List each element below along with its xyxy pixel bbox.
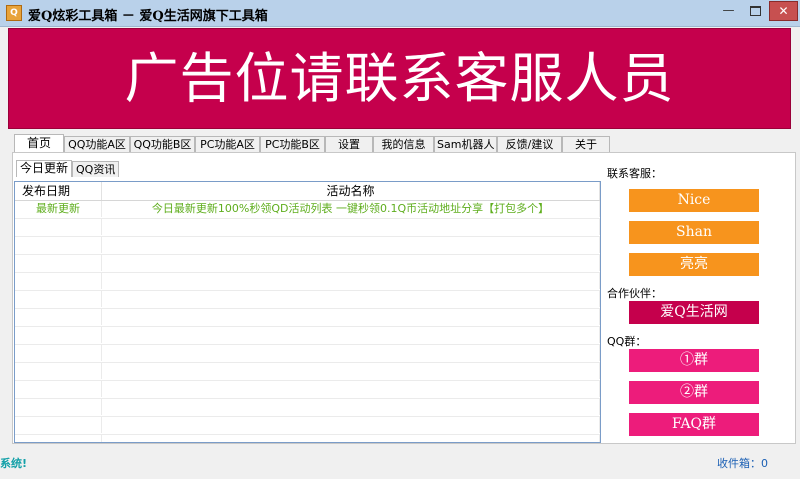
empty-cell bbox=[15, 219, 102, 235]
activity-list[interactable]: 发布日期 活动名称 最新更新 今日最新更新100%秒领QD活动列表 一键秒领0.… bbox=[14, 181, 601, 443]
status-message: 系统! bbox=[0, 457, 28, 470]
empty-cell bbox=[15, 291, 102, 307]
subtab-qq-news[interactable]: QQ资讯 bbox=[72, 161, 120, 177]
tab-qq-b[interactable]: QQ功能B区 bbox=[130, 136, 195, 153]
tab-feedback[interactable]: 反馈/建议 bbox=[497, 136, 562, 153]
empty-cell bbox=[15, 381, 102, 397]
tab-my-info[interactable]: 我的信息 bbox=[373, 136, 434, 153]
partner-label: 合作伙伴： bbox=[607, 287, 662, 300]
column-header-name[interactable]: 活动名称 bbox=[102, 182, 600, 200]
empty-row bbox=[15, 237, 600, 255]
empty-cell bbox=[102, 237, 600, 253]
close-button[interactable]: ✕ bbox=[769, 1, 798, 21]
qq-group-label: QQ群： bbox=[607, 335, 647, 348]
empty-cell bbox=[15, 327, 102, 343]
tab-pc-b[interactable]: PC功能B区 bbox=[260, 136, 325, 153]
empty-row bbox=[15, 435, 600, 442]
subtab-today-updates[interactable]: 今日更新 bbox=[16, 160, 73, 177]
empty-cell bbox=[15, 273, 102, 289]
empty-cell bbox=[15, 237, 102, 253]
maximize-icon bbox=[750, 5, 761, 16]
empty-row bbox=[15, 309, 600, 327]
tab-pc-a[interactable]: PC功能A区 bbox=[195, 136, 260, 153]
empty-cell bbox=[102, 399, 600, 415]
empty-cell bbox=[102, 363, 600, 379]
empty-row bbox=[15, 273, 600, 291]
empty-cell bbox=[102, 327, 600, 343]
empty-row bbox=[15, 255, 600, 273]
maximize-button[interactable] bbox=[742, 1, 769, 21]
empty-row bbox=[15, 219, 600, 237]
empty-row bbox=[15, 417, 600, 435]
title-bar[interactable]: Q 爱Q炫彩工具箱 － 爱Q生活网旗下工具箱 — ✕ bbox=[0, 0, 800, 27]
tab-home[interactable]: 首页 bbox=[14, 134, 64, 153]
close-icon: ✕ bbox=[778, 4, 789, 18]
empty-cell bbox=[15, 309, 102, 325]
tab-sam-robot[interactable]: Sam机器人 bbox=[434, 136, 497, 153]
service-liangliang-button[interactable]: 亮亮 bbox=[629, 253, 759, 276]
sub-tab-strip: 今日更新 QQ资讯 bbox=[16, 160, 120, 177]
column-header-date[interactable]: 发布日期 bbox=[15, 182, 102, 200]
empty-cell bbox=[102, 417, 600, 433]
empty-cell bbox=[15, 399, 102, 415]
tab-about[interactable]: 关于 bbox=[562, 136, 610, 153]
partner-aiq-button[interactable]: 爱Q生活网 bbox=[629, 301, 759, 324]
qq-group-2-button[interactable]: ②群 bbox=[629, 381, 759, 404]
empty-cell bbox=[15, 417, 102, 433]
empty-cell bbox=[15, 435, 102, 442]
empty-cell bbox=[102, 345, 600, 361]
tab-settings[interactable]: 设置 bbox=[325, 136, 373, 153]
app-icon: Q bbox=[6, 5, 22, 21]
service-shan-button[interactable]: Shan bbox=[629, 221, 759, 244]
table-row[interactable]: 最新更新 今日最新更新100%秒领QD活动列表 一键秒领0.1Q币活动地址分享【… bbox=[15, 201, 600, 219]
empty-cell bbox=[102, 255, 600, 271]
ad-banner[interactable]: 广告位请联系客服人员 bbox=[8, 28, 791, 129]
faq-group-button[interactable]: FAQ群 bbox=[629, 413, 759, 436]
status-bar: 系统! 收件箱：0 bbox=[0, 448, 800, 479]
empty-cell bbox=[102, 219, 600, 235]
list-header: 发布日期 活动名称 bbox=[15, 182, 600, 201]
empty-row bbox=[15, 345, 600, 363]
empty-cell bbox=[15, 255, 102, 271]
empty-cell bbox=[102, 435, 600, 442]
inbox-count[interactable]: 收件箱：0 bbox=[717, 455, 768, 471]
empty-row bbox=[15, 363, 600, 381]
main-tab-strip: 首页 QQ功能A区 QQ功能B区 PC功能A区 PC功能B区 设置 我的信息 S… bbox=[14, 134, 610, 153]
empty-cell bbox=[102, 273, 600, 289]
minimize-icon: — bbox=[722, 3, 735, 17]
tab-qq-a[interactable]: QQ功能A区 bbox=[64, 136, 130, 153]
empty-cell bbox=[102, 381, 600, 397]
empty-cell bbox=[15, 363, 102, 379]
empty-row bbox=[15, 291, 600, 309]
window-title: 爱Q炫彩工具箱 － 爱Q生活网旗下工具箱 bbox=[28, 9, 268, 24]
qq-group-1-button[interactable]: ①群 bbox=[629, 349, 759, 372]
empty-cell bbox=[102, 309, 600, 325]
empty-cell bbox=[102, 291, 600, 307]
service-nice-button[interactable]: Nice bbox=[629, 189, 759, 212]
empty-cell bbox=[15, 345, 102, 361]
empty-row bbox=[15, 327, 600, 345]
empty-row bbox=[15, 399, 600, 417]
minimize-button[interactable]: — bbox=[715, 1, 742, 21]
row-date: 最新更新 bbox=[15, 201, 102, 217]
service-label: 联系客服： bbox=[607, 167, 662, 180]
row-name: 今日最新更新100%秒领QD活动列表 一键秒领0.1Q币活动地址分享【打包多个】 bbox=[102, 201, 600, 217]
empty-row bbox=[15, 381, 600, 399]
